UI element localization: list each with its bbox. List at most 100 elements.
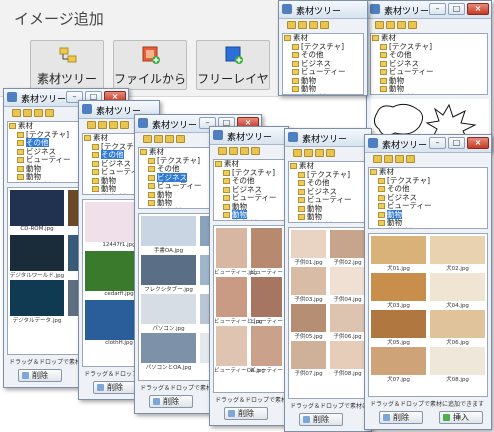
tree-node[interactable]: 動物 — [214, 202, 284, 212]
from-file-button[interactable]: ファイルから — [113, 40, 187, 90]
close-button[interactable]: × — [467, 137, 489, 149]
thumbnail[interactable] — [251, 326, 282, 366]
title-bar[interactable]: 素材ツリー × □ – — [365, 135, 491, 153]
folder-tool-icon[interactable] — [395, 155, 404, 163]
folder-tool-icon[interactable] — [165, 135, 174, 143]
thumbnail[interactable] — [371, 236, 426, 264]
thumbnail[interactable] — [330, 230, 365, 258]
folder-tool-icon[interactable] — [229, 147, 238, 155]
folder-tool-icon[interactable] — [373, 155, 382, 163]
thumbnail[interactable] — [216, 277, 247, 317]
minimize-button[interactable]: – — [429, 137, 446, 149]
thumbnail[interactable] — [251, 228, 282, 268]
thumbnail[interactable] — [291, 230, 326, 258]
tree-node[interactable]: 動物 — [289, 204, 367, 214]
material-tree[interactable]: 素材[テクスチャ]その他ビジネスビューティー動物動物飲食(料理)子供&家族 — [370, 33, 488, 95]
tree-node[interactable]: ビューティー — [283, 67, 363, 77]
folder-tool-icon[interactable] — [98, 121, 107, 129]
maximize-button[interactable]: □ — [448, 137, 465, 149]
tree-node[interactable]: ビューティー — [214, 193, 284, 203]
thumbnail[interactable] — [291, 267, 326, 295]
folder-tool-icon[interactable] — [326, 149, 335, 157]
folder-tool-icon[interactable] — [320, 21, 329, 29]
title-bar[interactable]: 素材ツリー — [279, 1, 367, 19]
folder-tool-icon[interactable] — [304, 149, 313, 157]
minimize-button[interactable]: – — [429, 3, 446, 15]
folder-tool-icon[interactable] — [218, 147, 227, 155]
thumbnail-grid[interactable]: 子供01.jpg 子供02.jpg 子供03.jpg 子供04.jpg 子供05.jpg… — [288, 227, 368, 399]
folder-tool-icon[interactable] — [386, 21, 395, 29]
thumbnail[interactable] — [216, 326, 247, 366]
thumbnail[interactable] — [141, 333, 196, 363]
delete-button[interactable]: 削除 — [93, 381, 137, 394]
thumbnail[interactable] — [10, 190, 64, 226]
tree-node[interactable]: 飲食(料理) — [371, 93, 487, 94]
maximize-button[interactable]: □ — [448, 3, 465, 15]
material-tree-window-back[interactable]: 素材ツリー素材[テクスチャ]その他ビジネスビューティー動物動物飲食(料理)子供&… — [278, 0, 368, 96]
delete-button[interactable]: 削除 — [299, 413, 343, 426]
tree-node[interactable]: 飲食(料理) — [283, 93, 363, 94]
folder-tool-icon[interactable] — [120, 121, 129, 129]
folder-tool-icon[interactable] — [406, 155, 415, 163]
folder-tool-icon[interactable] — [298, 21, 307, 29]
thumbnail[interactable] — [251, 277, 282, 317]
folder-tool-icon[interactable] — [309, 21, 318, 29]
thumbnail[interactable] — [141, 294, 196, 324]
folder-tool-icon[interactable] — [154, 135, 163, 143]
folder-tool-icon[interactable] — [109, 121, 118, 129]
tree-node[interactable]: 飲食(料理) — [214, 219, 284, 220]
thumbnail[interactable] — [291, 304, 326, 332]
thumbnail[interactable] — [430, 273, 485, 301]
material-tree[interactable]: 素材[テクスチャ]その他ビジネスビューティー動物動物飲食(料理)子供&家族 — [288, 161, 368, 223]
free-layer-button[interactable]: フリーレイヤ — [196, 40, 270, 90]
title-bar[interactable]: 素材ツリー × □ – — [367, 1, 491, 19]
material-tree[interactable]: 素材[テクスチャ]その他ビジネスビューティー動物動物飲食(料理)子供&家族 — [213, 159, 285, 221]
thumbnail[interactable] — [10, 280, 64, 316]
folder-tool-icon[interactable] — [87, 121, 96, 129]
tree-node[interactable]: 動物 — [283, 76, 363, 86]
delete-button[interactable]: 削除 — [149, 395, 193, 408]
material-tree-window-kids[interactable]: 素材ツリー素材[テクスチャ]その他ビジネスビューティー動物動物飲食(料理)子供&… — [284, 128, 372, 432]
material-tree-window-balloons[interactable]: 素材ツリー×□– 素材[テクスチャ]その他ビジネスビューティー動物動物飲食(料理)… — [366, 0, 492, 152]
thumbnail[interactable] — [430, 347, 485, 375]
delete-button[interactable]: 削除 — [18, 369, 62, 382]
folder-tool-icon[interactable] — [287, 21, 296, 29]
title-bar[interactable]: 素材ツリー — [210, 127, 288, 145]
material-tree-window-beauty[interactable]: 素材ツリー素材[テクスチャ]その他ビジネスビューティー動物動物飲食(料理)子供&… — [209, 126, 289, 426]
folder-tool-icon[interactable] — [375, 21, 384, 29]
folder-tool-icon[interactable] — [23, 109, 32, 117]
material-tree[interactable]: 素材[テクスチャ]その他ビジネスビューティー動物動物飲食(料理)子供&家族 — [282, 33, 364, 95]
tree-node[interactable]: 飲食(料理) — [369, 227, 487, 228]
folder-tool-icon[interactable] — [384, 155, 393, 163]
thumbnail-grid[interactable]: ビューティー.jpg ビューティー ビューティーと.jpg ビューティー ビューティーO… — [213, 225, 285, 393]
material-tree-button[interactable]: 素材ツリー — [30, 40, 104, 90]
thumbnail[interactable] — [291, 341, 326, 369]
folder-tool-icon[interactable] — [34, 109, 43, 117]
thumbnail[interactable] — [10, 235, 64, 271]
title-bar[interactable]: 素材ツリー — [285, 129, 371, 147]
thumbnail[interactable] — [371, 273, 426, 301]
folder-tool-icon[interactable] — [408, 21, 417, 29]
tree-node[interactable]: ビューティー — [289, 195, 367, 205]
folder-tool-icon[interactable] — [293, 149, 302, 157]
folder-tool-icon[interactable] — [397, 21, 406, 29]
thumbnail[interactable] — [371, 310, 426, 338]
folder-tool-icon[interactable] — [315, 149, 324, 157]
insert-button[interactable]: 挿入 — [439, 411, 483, 424]
thumbnail[interactable] — [141, 216, 196, 246]
material-tree-window-animals[interactable]: 素材ツリー ×□– 素材[テクスチャ]その他ビジネスビューティー動物動物飲食(料理)… — [364, 134, 492, 430]
thumbnail[interactable] — [430, 236, 485, 264]
thumbnail[interactable] — [216, 228, 247, 268]
delete-button[interactable]: 削除 — [379, 411, 423, 424]
thumbnail[interactable] — [330, 341, 365, 369]
thumbnail[interactable] — [430, 310, 485, 338]
folder-tool-icon[interactable] — [240, 147, 249, 155]
thumbnail[interactable] — [141, 255, 196, 285]
thumbnail[interactable] — [371, 347, 426, 375]
folder-tool-icon[interactable] — [12, 109, 21, 117]
thumbnail-grid[interactable]: 犬01.jpg 犬02.jpg 犬03.jpg 犬04.jpg 犬05.jpg 犬06.j… — [368, 233, 488, 397]
folder-tool-icon[interactable] — [251, 147, 260, 155]
folder-tool-icon[interactable] — [45, 109, 54, 117]
material-tree[interactable]: 素材[テクスチャ]その他ビジネスビューティー動物動物飲食(料理)子供&家族 — [368, 167, 488, 229]
delete-button[interactable]: 削除 — [224, 407, 268, 420]
